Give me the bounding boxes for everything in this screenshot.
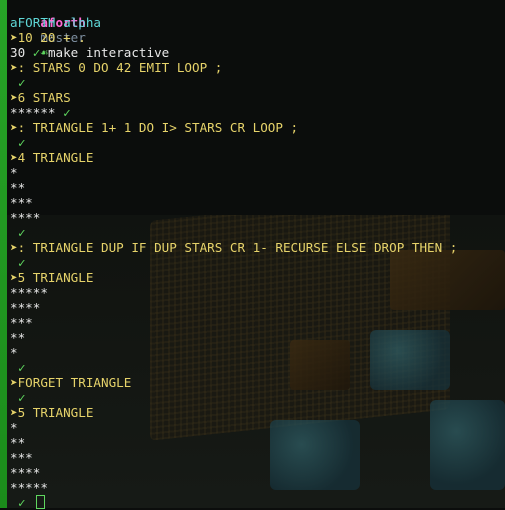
output-line: *****	[10, 285, 505, 300]
input-text: : TRIANGLE DUP IF DUP STARS CR 1- RECURS…	[17, 240, 458, 255]
leaf-icon: ☙	[40, 45, 48, 60]
output-text: ****	[10, 300, 41, 315]
output-text: *	[10, 420, 18, 435]
input-line: ➤: TRIANGLE 1+ 1 DO I> STARS CR LOOP ;	[10, 120, 505, 135]
ok-line: ✓	[10, 360, 505, 375]
input-text: 5 TRIANGLE	[17, 405, 94, 420]
output-text: ******	[10, 105, 64, 120]
check-icon: ✓	[18, 135, 26, 150]
check-icon: ✓	[18, 225, 26, 240]
output-line: ***	[10, 450, 505, 465]
output-text: ****	[10, 465, 41, 480]
prompt-arrow-icon: ➤	[10, 150, 18, 165]
output-text: *****	[10, 285, 48, 300]
prompt-arrow-icon: ➤	[10, 270, 18, 285]
input-text: : STARS 0 DO 42 EMIT LOOP ;	[17, 60, 223, 75]
check-icon: ✓	[18, 390, 26, 405]
ok-line: ✓	[10, 135, 505, 150]
shell-command: make interactive	[47, 45, 170, 60]
input-text: 10 20 + .	[17, 30, 86, 45]
prompt-arrow-icon: ➤	[10, 240, 18, 255]
check-icon: ✓	[63, 105, 71, 120]
output-text: 30	[10, 45, 33, 60]
output-text: ****	[10, 210, 41, 225]
output-line: *	[10, 165, 505, 180]
ok-line: ✓	[10, 75, 505, 90]
output-text: *	[10, 165, 18, 180]
input-text: FORGET TRIANGLE	[17, 375, 132, 390]
input-line: ➤5 TRIANGLE	[10, 405, 505, 420]
prompt-arrow-icon: ➤	[10, 30, 18, 45]
ok-line: ✓	[10, 225, 505, 240]
output-line: *	[10, 345, 505, 360]
output-text: *****	[10, 480, 48, 495]
input-line: ➤10 20 + .	[10, 30, 505, 45]
input-text: : TRIANGLE 1+ 1 DO I> STARS CR LOOP ;	[17, 120, 299, 135]
input-text: 5 TRIANGLE	[17, 270, 94, 285]
prompt-arrow-icon: ➤	[10, 90, 18, 105]
input-line: ➤FORGET TRIANGLE	[10, 375, 505, 390]
prompt-arrow-icon: ➤	[10, 60, 18, 75]
output-line: ****	[10, 300, 505, 315]
output-text: ***	[10, 450, 33, 465]
terminal-window[interactable]: aforth master ☙make interactive aFORTH a…	[0, 0, 505, 510]
shell-prompt-line: aforth master ☙make interactive	[10, 0, 505, 60]
output-line: *****	[10, 480, 505, 495]
output-text: **	[10, 330, 26, 345]
prompt-arrow-icon: ➤	[10, 375, 18, 390]
check-icon: ✓	[32, 45, 41, 60]
output-line: **	[10, 180, 505, 195]
ok-line: ✓	[10, 390, 505, 405]
output-line: ****** ✓	[10, 105, 505, 120]
check-icon: ✓	[18, 75, 26, 90]
input-line: ➤6 STARS	[10, 90, 505, 105]
repl-output: ➤10 20 + . 30 ✓ ➤: STARS 0 DO 42 EMIT LOOP…	[10, 30, 505, 510]
output-text: ***	[10, 195, 33, 210]
input-line: ➤5 TRIANGLE	[10, 270, 505, 285]
input-line: ➤: TRIANGLE DUP IF DUP STARS CR 1- RECUR…	[10, 240, 505, 255]
banner: aFORTH alpha	[10, 15, 101, 30]
ok-line: ✓	[10, 255, 505, 270]
check-icon: ✓	[18, 255, 26, 270]
output-line: *	[10, 420, 505, 435]
output-line: ***	[10, 315, 505, 330]
text-cursor[interactable]	[35, 495, 45, 509]
prompt-arrow-icon: ➤	[10, 120, 18, 135]
output-text: *	[10, 345, 18, 360]
check-icon: ✓	[18, 360, 26, 375]
input-line: ➤: STARS 0 DO 42 EMIT LOOP ;	[10, 60, 505, 75]
prompt-arrow-icon: ➤	[10, 405, 18, 420]
input-text: 6 STARS	[17, 90, 71, 105]
output-text: ***	[10, 315, 33, 330]
output-text: **	[10, 180, 26, 195]
input-line: ➤4 TRIANGLE	[10, 150, 505, 165]
output-line: **	[10, 435, 505, 450]
output-line: ***	[10, 195, 505, 210]
output-text: **	[10, 435, 26, 450]
output-line: **	[10, 330, 505, 345]
output-line: ****	[10, 210, 505, 225]
input-text: 4 TRIANGLE	[17, 150, 94, 165]
output-line: ****	[10, 465, 505, 480]
